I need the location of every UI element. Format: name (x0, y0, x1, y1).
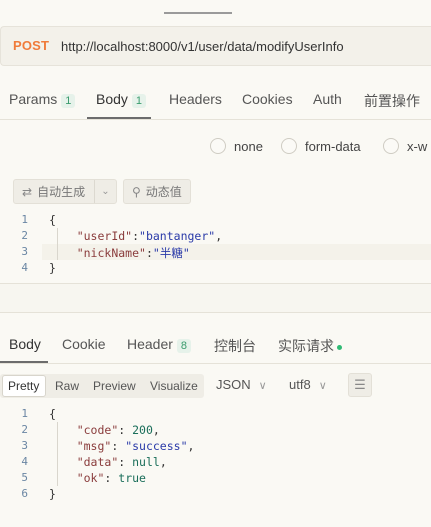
code-line[interactable]: { (49, 213, 56, 227)
line-number: 2 (21, 423, 28, 436)
format-raw[interactable]: Raw (55, 379, 79, 393)
code-line: { (49, 407, 56, 421)
response-tab-actual-request[interactable]: 实际请求 (278, 336, 342, 356)
code-line: "ok": true (76, 471, 146, 485)
line-number: 3 (21, 439, 28, 452)
line-number: 4 (21, 455, 28, 468)
chevron-down-icon: ∨ (318, 380, 327, 392)
tab-auth[interactable]: Auth (313, 91, 342, 107)
tab-params[interactable]: Params 1 (9, 91, 76, 108)
line-number: 4 (21, 261, 28, 274)
http-method-select[interactable]: POST (13, 38, 49, 53)
response-tab-cookie[interactable]: Cookie (62, 336, 106, 352)
format-pretty[interactable]: Pretty (8, 379, 39, 393)
panel-resize-bar[interactable] (0, 283, 431, 313)
wrap-lines-button[interactable]: ☰ (348, 373, 372, 397)
tab-body[interactable]: Body 1 (96, 91, 147, 108)
code-line: "msg": "success", (76, 439, 195, 453)
params-count-badge: 1 (61, 94, 76, 108)
format-visualize[interactable]: Visualize (150, 379, 198, 393)
line-number: 3 (21, 245, 28, 258)
radio-label-none: none (234, 139, 263, 154)
dynamic-value-button[interactable]: ⚲ 动态值 (123, 179, 191, 204)
line-number: 6 (21, 487, 28, 500)
status-dot-icon (337, 344, 342, 350)
line-number: 1 (21, 213, 28, 226)
radio-label-form-data: form-data (305, 139, 361, 154)
encoding-select[interactable]: utf8 ∨ (289, 377, 327, 392)
line-number: 5 (21, 471, 28, 484)
drag-handle[interactable] (164, 12, 232, 14)
chevron-down-icon[interactable]: ⌄ (94, 180, 116, 203)
code-line: } (49, 487, 56, 501)
code-line[interactable]: "userId":"bantanger", (49, 229, 222, 243)
radio-x-www-form[interactable] (383, 138, 399, 154)
body-count-badge: 1 (131, 94, 147, 108)
code-line[interactable]: } (49, 261, 56, 275)
tab-headers[interactable]: Headers (169, 91, 222, 107)
tab-cookies[interactable]: Cookies (242, 91, 293, 107)
response-tab-console[interactable]: 控制台 (214, 336, 256, 356)
tab-pre-operations[interactable]: 前置操作 (364, 91, 420, 111)
radio-form-data[interactable] (281, 138, 297, 154)
divider (0, 363, 431, 364)
response-tab-body[interactable]: Body (9, 336, 41, 352)
auto-generate-button[interactable]: ⇄ 自动生成 ⌄ (13, 179, 117, 204)
url-input[interactable]: http://localhost:8000/v1/user/data/modif… (61, 39, 344, 54)
magic-wand-icon: ⚲ (132, 184, 141, 199)
code-line: "data": null, (76, 455, 167, 469)
code-line: "code": 200, (76, 423, 160, 437)
radio-label-x-www-form: x-w (407, 139, 428, 154)
radio-none[interactable] (210, 138, 226, 154)
format-select[interactable]: JSON ∨ (216, 377, 267, 392)
wrap-icon: ☰ (354, 377, 366, 392)
swap-icon: ⇄ (22, 184, 33, 199)
divider (0, 119, 431, 120)
header-count-badge: 8 (176, 339, 192, 353)
code-line[interactable]: "nickName":"半糖" (49, 245, 190, 261)
chevron-down-icon: ∨ (258, 380, 267, 392)
response-tab-header[interactable]: Header 8 (127, 336, 192, 353)
line-number: 2 (21, 229, 28, 242)
format-preview[interactable]: Preview (93, 379, 136, 393)
line-number: 1 (21, 407, 28, 420)
